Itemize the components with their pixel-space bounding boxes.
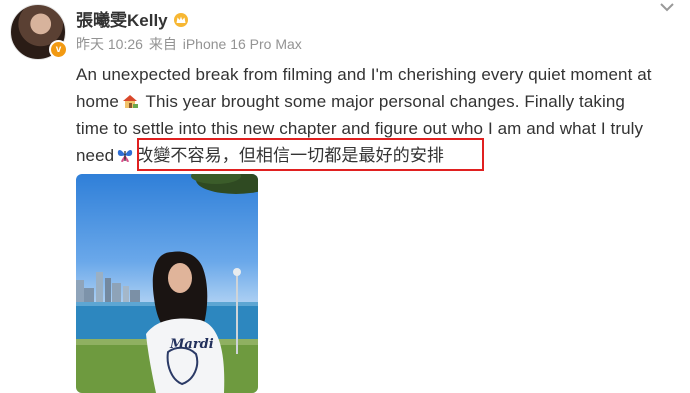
post-meta: 昨天 10:26 来自 iPhone 16 Pro Max bbox=[76, 34, 304, 54]
post-line-2-start: home bbox=[76, 92, 119, 111]
house-icon bbox=[122, 95, 138, 108]
post-photo[interactable]: Mardi bbox=[76, 174, 258, 393]
device-name: iPhone 16 Pro Max bbox=[182, 36, 302, 52]
post-time[interactable]: 昨天 10:26 bbox=[76, 36, 143, 52]
post-line-2-rest: This year brought some major personal ch… bbox=[145, 92, 625, 111]
source-prefix: 来自 bbox=[148, 36, 177, 52]
shirt-text: Mardi bbox=[169, 337, 214, 352]
butterfly-icon bbox=[118, 150, 133, 162]
username[interactable]: 張曦雯Kelly bbox=[76, 6, 189, 31]
post-line-4-start: need bbox=[76, 146, 115, 165]
highlight-box bbox=[137, 138, 484, 171]
username-text[interactable]: 張曦雯Kelly bbox=[76, 11, 168, 30]
post-line-1: An unexpected break from filming and I'm… bbox=[76, 65, 652, 84]
chevron-down-icon[interactable] bbox=[660, 2, 674, 12]
photo-scene: Mardi bbox=[76, 174, 258, 393]
crown-icon bbox=[173, 13, 188, 27]
verified-badge: v bbox=[49, 40, 68, 59]
post-line-2: home This year brought some major person… bbox=[76, 88, 676, 115]
